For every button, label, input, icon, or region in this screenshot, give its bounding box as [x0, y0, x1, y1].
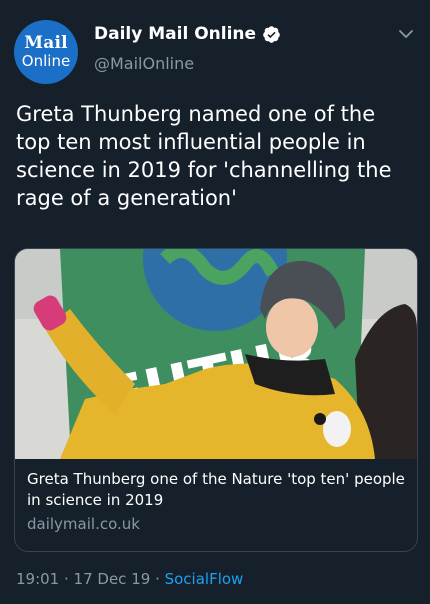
- card-domain: dailymail.co.uk: [27, 515, 140, 533]
- link-card[interactable]: FUTUR Greta Thunberg one of the Nature '…: [14, 248, 418, 552]
- tweet-date[interactable]: 17 Dec 19: [74, 570, 151, 588]
- meta-separator: ·: [59, 570, 74, 588]
- card-body: Greta Thunberg one of the Nature 'top te…: [27, 469, 407, 533]
- meta-separator: ·: [150, 570, 165, 588]
- tweet-meta: 19:01 · 17 Dec 19 · SocialFlow: [16, 570, 243, 588]
- chevron-down-icon[interactable]: [398, 26, 414, 42]
- avatar[interactable]: Mail Online: [14, 20, 78, 84]
- tweet: Mail Online Daily Mail Online @MailOnlin…: [0, 0, 430, 604]
- author-handle[interactable]: @MailOnline: [94, 54, 281, 73]
- card-image: FUTUR: [15, 249, 417, 459]
- author-name-row: Daily Mail Online: [94, 24, 281, 44]
- tweet-source-link[interactable]: SocialFlow: [165, 570, 244, 588]
- card-title[interactable]: Greta Thunberg one of the Nature 'top te…: [27, 469, 407, 511]
- tweet-time[interactable]: 19:01: [16, 570, 59, 588]
- author-block: Daily Mail Online @MailOnline: [94, 24, 281, 73]
- avatar-logo-text-line1: Mail: [24, 33, 68, 53]
- verified-badge-icon: [263, 25, 280, 43]
- author-display-name[interactable]: Daily Mail Online: [94, 24, 256, 44]
- tweet-text: Greta Thunberg named one of the top ten …: [16, 102, 392, 210]
- avatar-logo-text-line2: Online: [21, 52, 71, 70]
